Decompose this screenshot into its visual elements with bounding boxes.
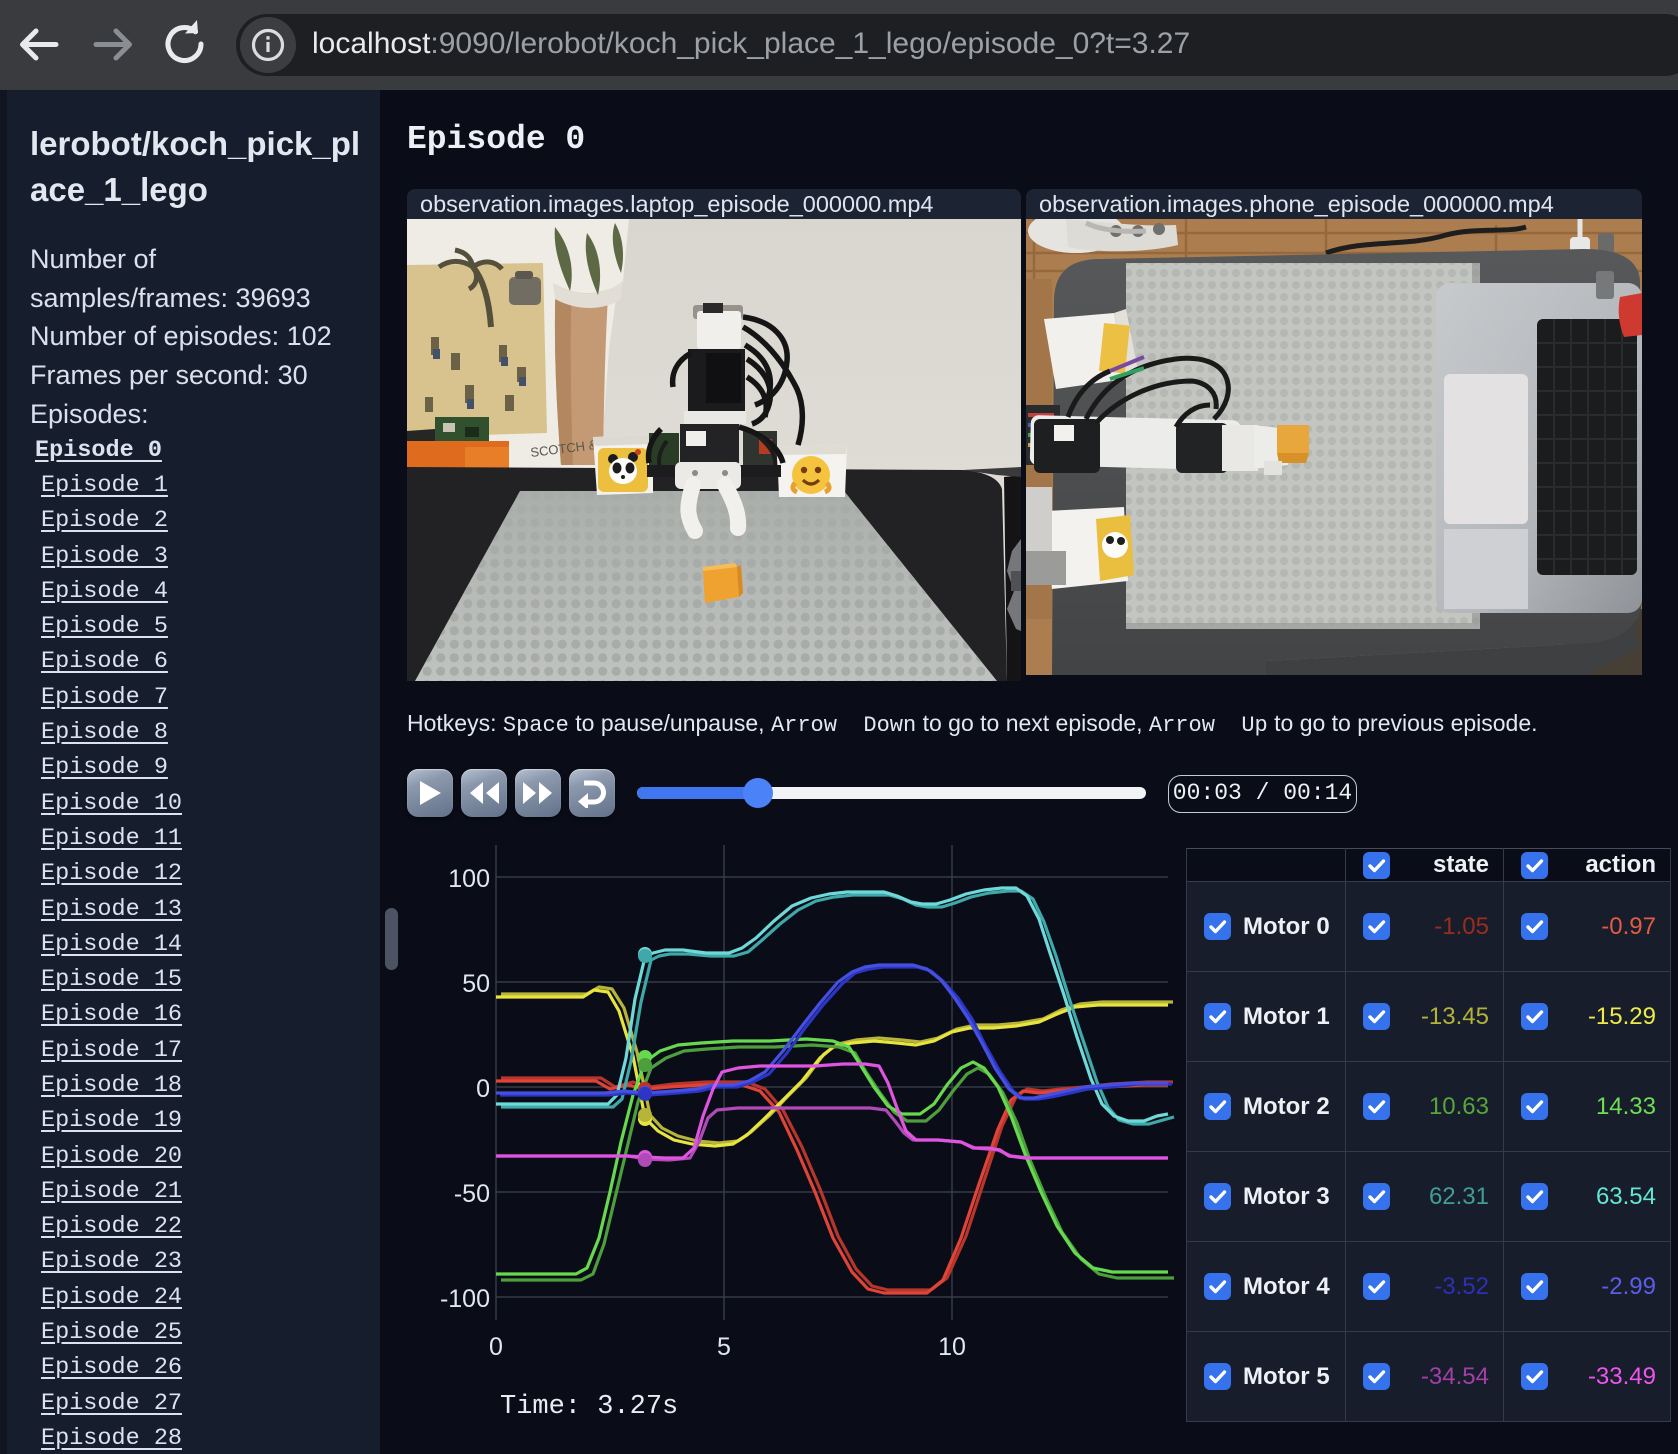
svg-text:50: 50 (462, 970, 490, 998)
svg-text:Time: 3.27s: Time: 3.27s (500, 1392, 678, 1422)
svg-text:-50: -50 (454, 1180, 490, 1208)
svg-text:10: 10 (938, 1333, 966, 1361)
svg-text:0: 0 (489, 1333, 503, 1361)
svg-text:-100: -100 (440, 1285, 490, 1313)
svg-text:0: 0 (476, 1075, 490, 1103)
svg-text:5: 5 (717, 1333, 731, 1361)
svg-text:100: 100 (448, 865, 490, 893)
